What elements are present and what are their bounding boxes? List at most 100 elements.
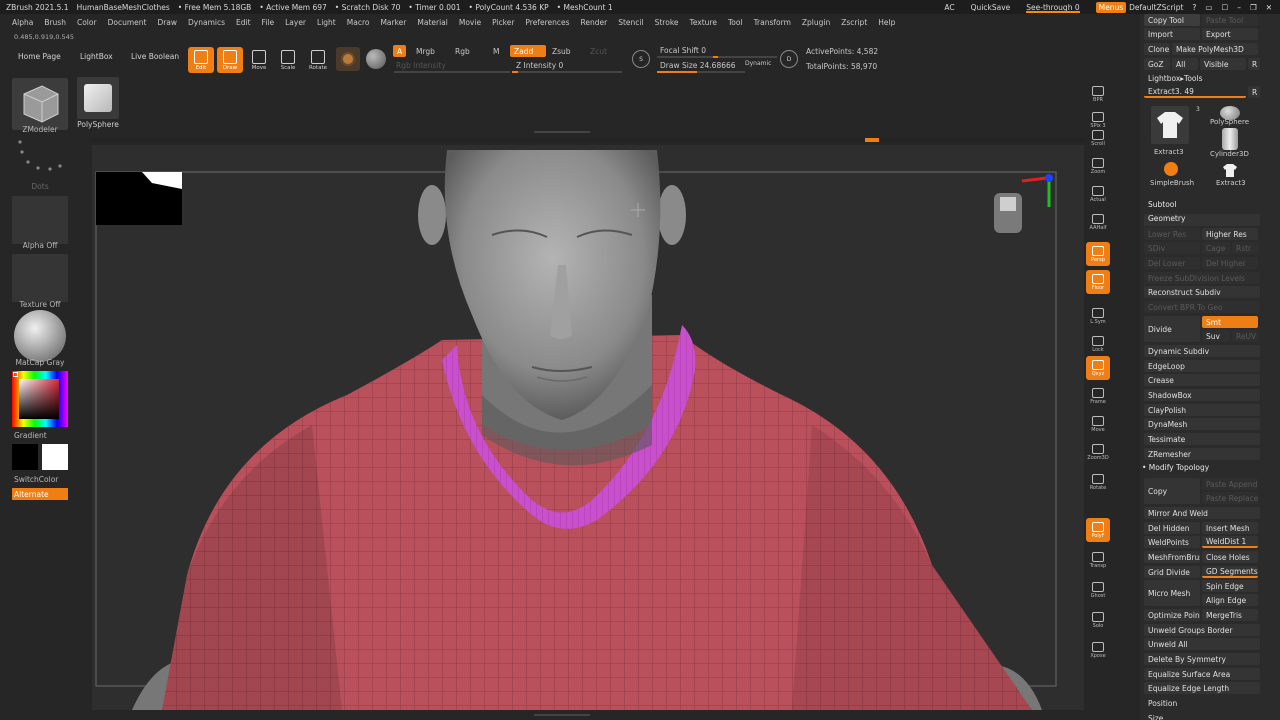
color-picker-marker[interactable] <box>13 372 18 377</box>
view-button-scroll[interactable]: Scroll <box>1086 126 1110 150</box>
position-header[interactable]: Position <box>1144 697 1260 709</box>
weldpoints-button[interactable]: WeldPoints <box>1144 536 1200 548</box>
meshfrombrush-button[interactable]: MeshFromBrus <box>1144 551 1200 563</box>
dynamic-subdiv-header[interactable]: Dynamic Subdiv <box>1144 345 1260 357</box>
secondary-color-swatch[interactable] <box>42 444 68 470</box>
view-button-solo[interactable]: Solo <box>1086 608 1110 632</box>
edit-tool-button[interactable]: Edit <box>188 47 214 73</box>
minimize-icon[interactable]: – <box>1237 3 1241 12</box>
make-polymesh-button[interactable]: Make PolyMesh3D <box>1172 43 1258 55</box>
quicksave-button[interactable]: QuickSave <box>971 3 1011 12</box>
zmodeler-brush-thumb[interactable] <box>12 78 68 130</box>
geometry-header[interactable]: Geometry <box>1144 214 1260 226</box>
visible-button[interactable]: Visible <box>1200 58 1246 70</box>
menu-item-transform[interactable]: Transform <box>754 18 791 27</box>
help-icon[interactable]: ? <box>1192 3 1196 12</box>
thumb-simplebrush[interactable] <box>1164 162 1178 176</box>
move-tool-button[interactable]: Move <box>246 47 272 73</box>
switchcolor-label[interactable]: SwitchColor <box>14 475 58 484</box>
polysphere-thumb[interactable] <box>77 77 119 119</box>
tab-lightbox[interactable]: LightBox <box>80 52 113 61</box>
menu-item-picker[interactable]: Picker <box>492 18 514 27</box>
rstr-button[interactable]: Rstr <box>1232 242 1258 254</box>
top-collapse-handle[interactable] <box>534 131 590 133</box>
view-button-frame[interactable]: Frame <box>1086 384 1110 408</box>
menu-item-movie[interactable]: Movie <box>459 18 481 27</box>
close-icon[interactable]: ✕ <box>1266 3 1272 12</box>
export-button[interactable]: Export <box>1202 28 1258 40</box>
subtool-header[interactable]: Subtool <box>1148 200 1176 209</box>
symmetry-s-icon[interactable]: S <box>632 50 650 68</box>
rotate-tool-button[interactable]: Rotate <box>305 47 331 73</box>
matcap-sphere[interactable] <box>14 310 66 362</box>
higher-res-button[interactable]: Higher Res <box>1202 228 1258 240</box>
menu-item-draw[interactable]: Draw <box>157 18 177 27</box>
window-icon[interactable]: ☐ <box>1221 3 1228 12</box>
extract-r-button[interactable]: R <box>1248 86 1260 98</box>
symmetry-d-icon[interactable]: D <box>780 50 798 68</box>
color-picker-square[interactable] <box>19 379 59 419</box>
mrgb-toggle[interactable]: Mrgb <box>412 45 439 57</box>
dots-stroke-icon[interactable] <box>14 138 66 178</box>
copy-tool-button[interactable]: Copy Tool <box>1144 14 1200 26</box>
claypolish-header[interactable]: ClayPolish <box>1144 404 1260 416</box>
zadd-toggle[interactable]: Zadd <box>510 45 546 57</box>
menu-item-zscript[interactable]: Zscript <box>841 18 867 27</box>
bottom-collapse-handle[interactable] <box>534 714 590 716</box>
unweld-all-button[interactable]: Unweld All <box>1144 638 1260 650</box>
menus-toggle[interactable]: Menus <box>1095 1 1127 13</box>
clone-button[interactable]: Clone <box>1144 43 1170 55</box>
align-edge-button[interactable]: Align Edge <box>1202 594 1258 606</box>
welddist-slider[interactable]: WeldDist 1 <box>1202 536 1258 548</box>
scale-tool-button[interactable]: Scale <box>275 47 301 73</box>
spin-edge-button[interactable]: Spin Edge <box>1202 580 1258 592</box>
draw-size-slider[interactable] <box>657 71 745 73</box>
lightbox-tools-button[interactable]: Lightbox▸Tools <box>1144 72 1260 84</box>
menu-item-zplugin[interactable]: Zplugin <box>802 18 830 27</box>
rgb-toggle[interactable]: Rgb <box>451 45 474 57</box>
view-button-zoom[interactable]: Zoom <box>1086 154 1110 178</box>
zsub-toggle[interactable]: Zsub <box>548 45 575 57</box>
menu-item-texture[interactable]: Texture <box>690 18 717 27</box>
optimize-points-button[interactable]: Optimize Points <box>1144 609 1200 621</box>
alternate-button[interactable]: Alternate <box>12 488 68 500</box>
tessimate-header[interactable]: Tessimate <box>1144 433 1260 445</box>
import-button[interactable]: Import <box>1144 28 1200 40</box>
layout-icon[interactable]: ▭ <box>1205 3 1212 12</box>
view-button-ghost[interactable]: Ghost <box>1086 578 1110 602</box>
zremesher-header[interactable]: ZRemesher <box>1144 448 1260 460</box>
menu-item-light[interactable]: Light <box>317 18 336 27</box>
menu-item-alpha[interactable]: Alpha <box>12 18 33 27</box>
menu-item-brush[interactable]: Brush <box>44 18 66 27</box>
modify-topology-header[interactable]: • Modify Topology <box>1142 463 1209 472</box>
shadowbox-header[interactable]: ShadowBox <box>1144 389 1260 401</box>
close-holes-button[interactable]: Close Holes <box>1202 551 1258 563</box>
sdiv-slider[interactable]: SDiv <box>1144 242 1200 254</box>
main-color-swatch[interactable] <box>12 444 38 470</box>
thumb-extract3[interactable] <box>1151 106 1189 144</box>
view-button-bpr[interactable]: BPR <box>1086 82 1110 106</box>
ac-button[interactable]: AC <box>944 3 954 12</box>
edgeloop-header[interactable]: EdgeLoop <box>1144 360 1260 372</box>
brush-selector[interactable] <box>336 47 360 71</box>
view-button-actual[interactable]: Actual <box>1086 182 1110 206</box>
divide-button[interactable]: Divide <box>1144 316 1200 342</box>
zcut-toggle[interactable]: Zcut <box>586 45 611 57</box>
menu-item-preferences[interactable]: Preferences <box>525 18 569 27</box>
grid-divide-button[interactable]: Grid Divide <box>1144 566 1200 578</box>
del-lower-button[interactable]: Del Lower <box>1144 257 1200 269</box>
a-toggle[interactable]: A <box>393 45 407 57</box>
micro-mesh-button[interactable]: Micro Mesh <box>1144 580 1200 606</box>
del-hidden-button[interactable]: Del Hidden <box>1144 522 1200 534</box>
menu-item-macro[interactable]: Macro <box>347 18 370 27</box>
m-toggle[interactable]: M <box>489 45 503 57</box>
extract-slider[interactable]: Extract3. 49 <box>1144 86 1246 98</box>
r-button[interactable]: R <box>1248 58 1260 70</box>
view-button-xpose[interactable]: Xpose <box>1086 638 1110 662</box>
mirror-weld-button[interactable]: Mirror And Weld <box>1144 507 1260 519</box>
focal-shift-slider[interactable] <box>657 56 777 58</box>
view-button-floor[interactable]: Floor <box>1086 270 1110 294</box>
equalize-area-button[interactable]: Equalize Surface Area <box>1144 668 1260 680</box>
delete-symmetry-button[interactable]: Delete By Symmetry <box>1144 653 1260 665</box>
restore-icon[interactable]: ❐ <box>1250 3 1257 12</box>
